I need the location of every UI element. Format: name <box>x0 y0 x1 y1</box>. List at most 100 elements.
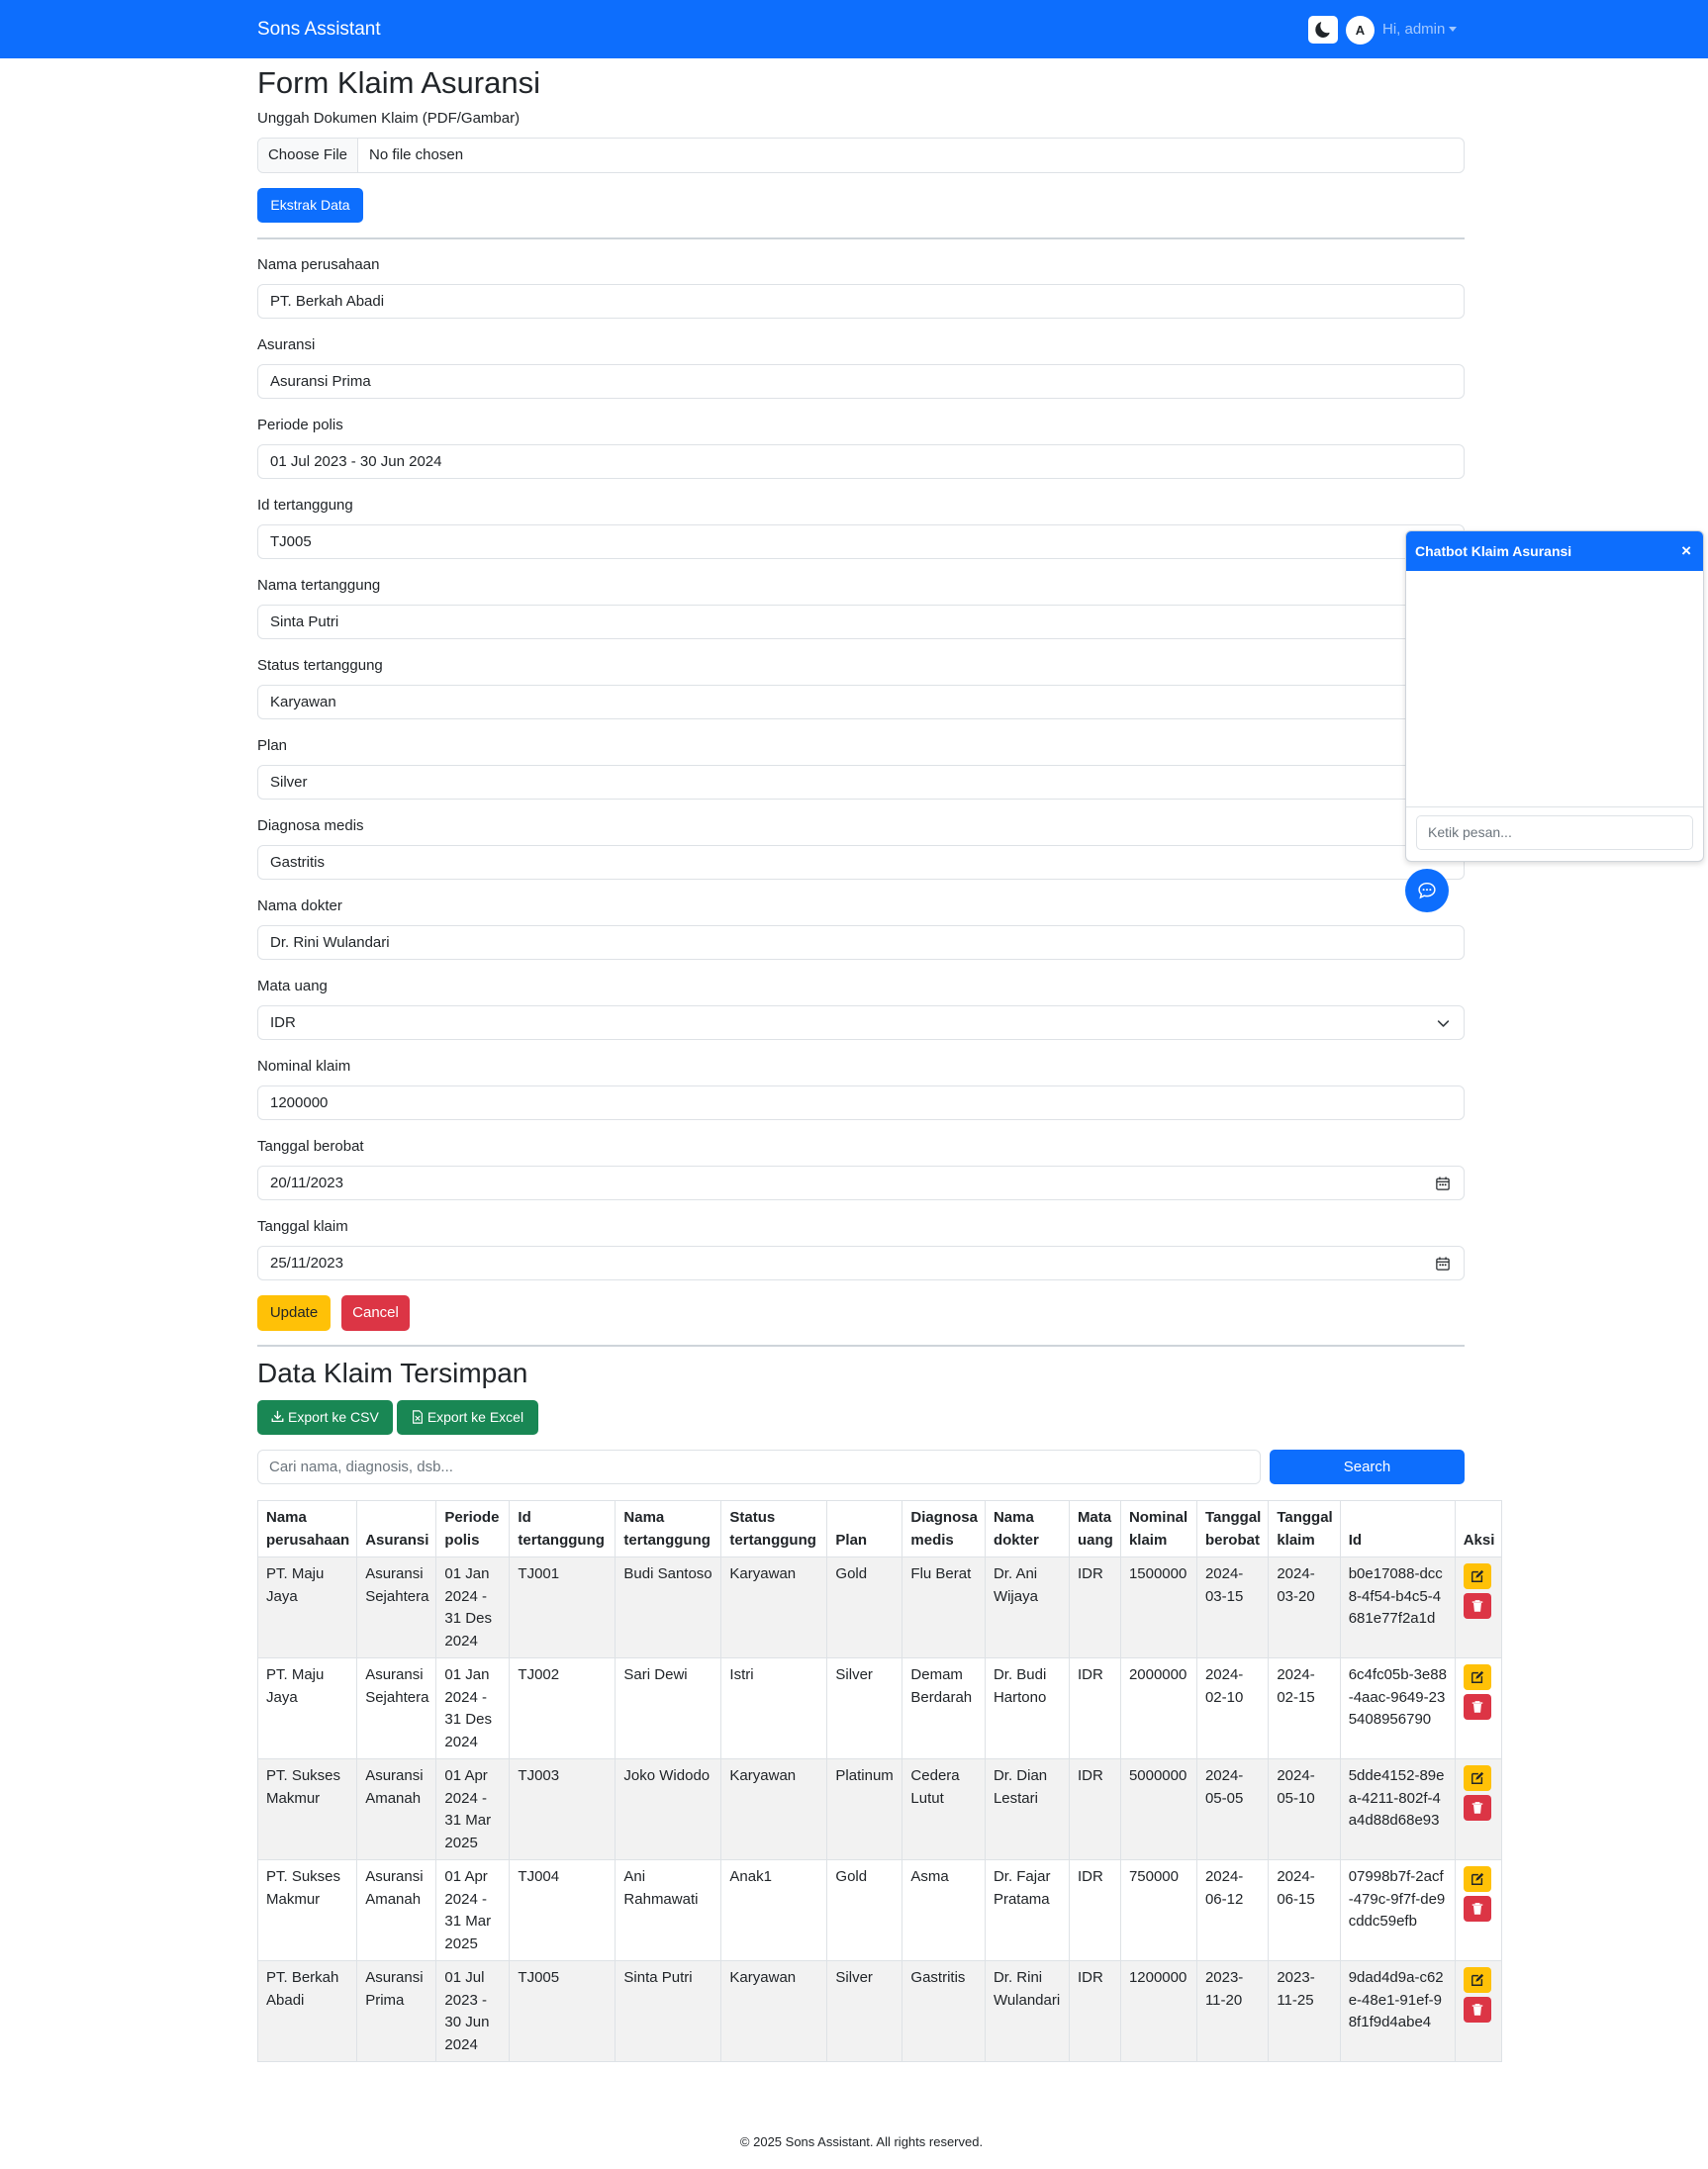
edit-button[interactable] <box>1463 1967 1491 1993</box>
nama-tertanggung-input[interactable]: Sinta Putri <box>257 605 1465 639</box>
cell-tanggal-klaim: 2024-03-20 <box>1268 1556 1341 1658</box>
column-header: Nama dokter <box>984 1500 1070 1557</box>
cell-nama-tertanggung: Sari Dewi <box>615 1657 722 1759</box>
divider <box>257 1345 1465 1347</box>
asuransi-input[interactable]: Asuransi Prima <box>257 364 1465 399</box>
cell-mata-uang: IDR <box>1068 1758 1121 1860</box>
delete-button[interactable] <box>1463 1593 1491 1619</box>
choose-file-button[interactable]: Choose File <box>258 139 358 172</box>
column-header: Tanggal berobat <box>1195 1500 1270 1557</box>
cell-status-tertanggung: Istri <box>720 1657 828 1759</box>
calendar-icon[interactable] <box>1436 1177 1450 1190</box>
trash-icon <box>1471 2004 1482 2016</box>
search-button[interactable]: Search <box>1270 1450 1465 1484</box>
trash-icon <box>1471 1903 1482 1915</box>
theme-toggle-button[interactable] <box>1308 16 1338 44</box>
cell-nama-dokter: Dr. Rini Wulandari <box>984 1960 1070 2062</box>
nama-perusahaan-input[interactable]: PT. Berkah Abadi <box>257 284 1465 319</box>
cell-tanggal-berobat: 2024-05-05 <box>1195 1758 1270 1860</box>
edit-button[interactable] <box>1463 1866 1491 1892</box>
cancel-button[interactable]: Cancel <box>341 1295 410 1331</box>
trash-icon <box>1471 1701 1482 1713</box>
cell-nominal-klaim: 1500000 <box>1119 1556 1197 1658</box>
table-row: PT. Sukses Makmur Asuransi Amanah 01 Apr… <box>256 1859 1503 1961</box>
cell-nama-tertanggung: Budi Santoso <box>615 1556 722 1658</box>
diagnosa-medis-input[interactable]: Gastritis <box>257 845 1465 880</box>
cell-periode-polis: 01 Apr 2024 - 31 Mar 2025 <box>435 1859 511 1961</box>
claims-table: Nama perusahaan Asuransi Periode polis I… <box>256 1500 1503 2062</box>
label-mata-uang: Mata uang <box>257 978 328 994</box>
delete-button[interactable] <box>1463 1896 1491 1922</box>
table-header-row: Nama perusahaan Asuransi Periode polis I… <box>256 1500 1503 1557</box>
cell-plan: Gold <box>826 1859 903 1961</box>
file-input[interactable]: Choose File No file chosen <box>257 138 1465 173</box>
edit-icon <box>1471 1771 1483 1784</box>
table-row: PT. Maju Jaya Asuransi Sejahtera 01 Jan … <box>256 1657 1503 1759</box>
delete-button[interactable] <box>1463 1694 1491 1720</box>
caret-down-icon <box>1449 27 1458 32</box>
chat-message-input[interactable]: Ketik pesan... <box>1416 815 1693 850</box>
tanggal-berobat-input[interactable]: 20/11/2023 <box>257 1166 1465 1200</box>
chat-toggle-button[interactable] <box>1405 869 1449 912</box>
column-header: Aksi <box>1454 1500 1503 1557</box>
chevron-down-icon <box>1437 1020 1450 1027</box>
upload-label: Unggah Dokumen Klaim (PDF/Gambar) <box>257 110 521 127</box>
cell-plan: Silver <box>826 1657 903 1759</box>
chatbot-title: Chatbot Klaim Asuransi <box>1415 543 1572 559</box>
user-menu-dropdown[interactable]: Hi, admin <box>1382 0 1458 58</box>
saved-data-title: Data Klaim Tersimpan <box>257 1358 528 1388</box>
mata-uang-select[interactable]: IDR <box>257 1005 1465 1040</box>
file-status: No file chosen <box>369 146 464 163</box>
tanggal-berobat-value: 20/11/2023 <box>270 1175 343 1191</box>
cell-aksi <box>1454 1859 1503 1961</box>
brand[interactable]: Sons Assistant <box>257 0 381 58</box>
cell-periode-polis: 01 Jan 2024 - 31 Des 2024 <box>435 1657 511 1759</box>
extract-data-button[interactable]: Ekstrak Data <box>257 188 363 223</box>
table-row: PT. Berkah Abadi Asuransi Prima 01 Jul 2… <box>256 1960 1503 2062</box>
cell-diagnosa-medis: Asma <box>901 1859 986 1961</box>
export-excel-button[interactable]: Export ke Excel <box>397 1400 538 1435</box>
cell-id: 5dde4152-89ea-4211-802f-4a4d88d68e93 <box>1339 1758 1456 1860</box>
close-icon[interactable]: × <box>1681 531 1691 571</box>
cell-status-tertanggung: Anak1 <box>720 1859 828 1961</box>
cell-aksi <box>1454 1960 1503 2062</box>
update-button[interactable]: Update <box>257 1295 331 1331</box>
cell-status-tertanggung: Karyawan <box>720 1758 828 1860</box>
column-header: Periode polis <box>435 1500 511 1557</box>
delete-button[interactable] <box>1463 1997 1491 2023</box>
cell-id-tertanggung: TJ004 <box>509 1859 617 1961</box>
column-header: Nama perusahaan <box>256 1500 358 1557</box>
column-header: Nominal klaim <box>1119 1500 1197 1557</box>
cell-aksi <box>1454 1657 1503 1759</box>
edit-button[interactable] <box>1463 1664 1491 1690</box>
cell-nama-perusahaan: PT. Maju Jaya <box>256 1657 358 1759</box>
label-nama-perusahaan: Nama perusahaan <box>257 256 380 273</box>
tanggal-klaim-input[interactable]: 25/11/2023 <box>257 1246 1465 1280</box>
delete-button[interactable] <box>1463 1795 1491 1821</box>
navbar: Sons Assistant A Hi, admin <box>0 0 1708 58</box>
calendar-icon[interactable] <box>1436 1257 1450 1271</box>
cell-nama-tertanggung: Sinta Putri <box>615 1960 722 2062</box>
column-header: Mata uang <box>1068 1500 1121 1557</box>
edit-button[interactable] <box>1463 1765 1491 1791</box>
search-input[interactable]: Cari nama, diagnosis, dsb... <box>257 1450 1261 1484</box>
column-header: Nama tertanggung <box>615 1500 722 1557</box>
cell-id-tertanggung: TJ002 <box>509 1657 617 1759</box>
edit-button[interactable] <box>1463 1563 1491 1589</box>
chatbot-header: Chatbot Klaim Asuransi × <box>1406 531 1703 571</box>
status-tertanggung-input[interactable]: Karyawan <box>257 685 1465 719</box>
user-greeting: Hi, admin <box>1382 21 1446 38</box>
chatbot-panel: Chatbot Klaim Asuransi × Ketik pesan... <box>1405 530 1704 862</box>
export-csv-button[interactable]: Export ke CSV <box>257 1400 393 1435</box>
nominal-klaim-input[interactable]: 1200000 <box>257 1085 1465 1120</box>
plan-input[interactable]: Silver <box>257 765 1465 800</box>
cell-tanggal-klaim: 2024-02-15 <box>1268 1657 1341 1759</box>
cell-id: 9dad4d9a-c62e-48e1-91ef-98f1f9d4abe4 <box>1339 1960 1456 2062</box>
periode-polis-input[interactable]: 01 Jul 2023 - 30 Jun 2024 <box>257 444 1465 479</box>
footer-text: © 2025 Sons Assistant. All rights reserv… <box>739 2134 984 2149</box>
id-tertanggung-input[interactable]: TJ005 <box>257 524 1465 559</box>
cell-nama-dokter: Dr. Fajar Pratama <box>984 1859 1070 1961</box>
cell-nominal-klaim: 1200000 <box>1119 1960 1197 2062</box>
nama-dokter-input[interactable]: Dr. Rini Wulandari <box>257 925 1465 960</box>
chatbot-messages <box>1406 571 1703 807</box>
